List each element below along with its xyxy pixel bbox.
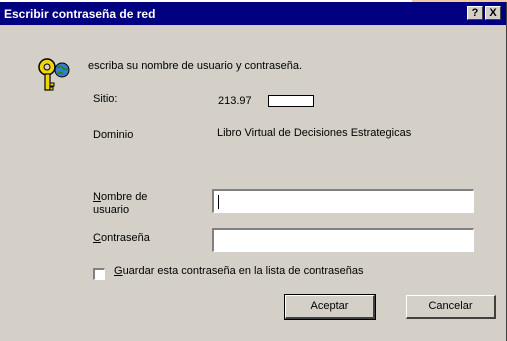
title-bar: Escribir contraseña de red ? X [0,2,506,25]
help-button[interactable]: ? [467,6,483,20]
password-field[interactable] [212,228,474,253]
ok-button[interactable]: Aceptar [284,294,376,320]
username-input[interactable] [214,192,473,214]
prompt-text: escriba su nombre de usuario y contraseñ… [88,60,303,72]
domain-value: Libro Virtual de Decisiones Estrategicas [217,127,412,139]
username-accel: N [93,191,101,203]
domain-label: Dominio [93,129,134,141]
dialog-title: Escribir contraseña de red [4,7,156,21]
password-label-rest: ontraseña [100,232,150,244]
save-password-label-rest: uardar esta contraseña en la lista de co… [122,265,364,277]
username-label: Nombre de [93,191,147,203]
password-input[interactable] [214,231,473,253]
username-field[interactable] [212,189,474,214]
password-accel: C [93,232,101,244]
save-password-checkbox[interactable] [93,268,105,280]
password-dialog: Escribir contraseña de red ? X escriba s… [0,2,507,341]
site-value: 213.97 [218,95,252,107]
username-label-rest: ombre de [100,191,148,203]
text-caret [218,195,219,209]
site-value-box [268,95,314,107]
username-label-line2: usuario [93,204,130,216]
save-password-label[interactable]: Guardar esta contraseña en la lista de c… [114,265,364,277]
cancel-button[interactable]: Cancelar [406,295,496,319]
key-icon [38,58,70,91]
save-password-accel: G [114,265,123,277]
site-label: Sitio: [93,93,118,105]
password-label: Contraseña [93,232,150,244]
close-button[interactable]: X [485,6,501,20]
